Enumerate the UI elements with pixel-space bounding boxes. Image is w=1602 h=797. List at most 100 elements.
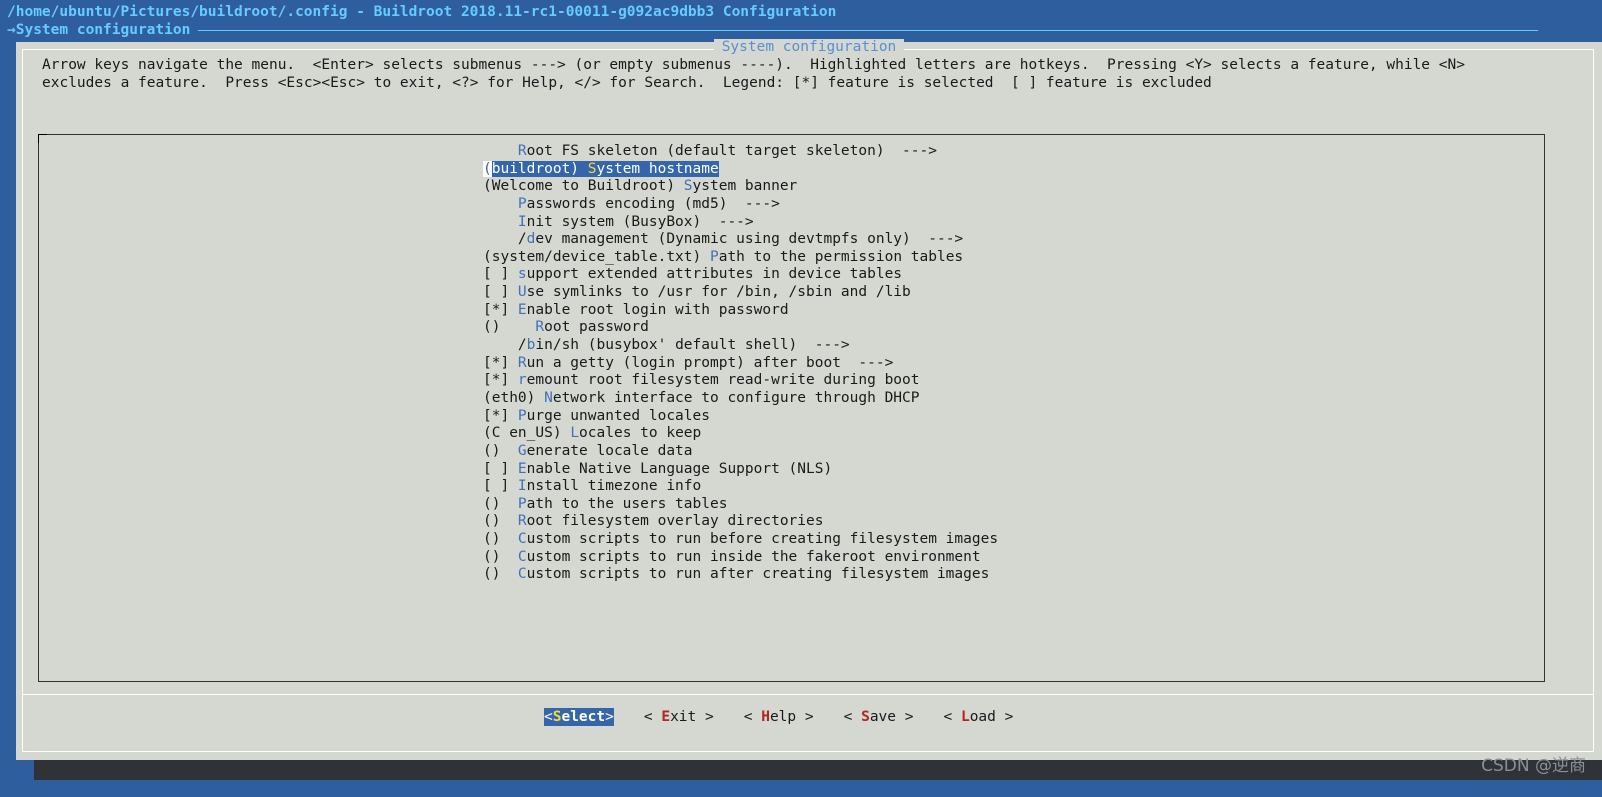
arrow-right-icon: → — [7, 22, 16, 38]
button-hotkey: L — [960, 709, 970, 725]
menu-item-label: ath to the permission tables — [718, 248, 964, 265]
button-hotkey: S — [861, 709, 870, 725]
menu-item-label: ystem hostname — [596, 160, 719, 177]
breadcrumb-label: System configuration — [15, 22, 191, 38]
menu-item-hotkey: G — [517, 442, 527, 459]
config-dialog: System configuration Arrow keys navigate… — [16, 39, 1602, 760]
menu-item-label: asswords encoding (md5) ---> — [526, 195, 780, 212]
help-line-2: excludes a feature. Press <Esc><Esc> to … — [42, 75, 1212, 91]
menu-item-label: ocales to keep — [579, 425, 702, 442]
button-hotkey: E — [661, 709, 671, 725]
menu-item[interactable]: [ ] Enable Native Language Support (NLS) — [483, 461, 998, 479]
menu-item-label: ustom scripts to run inside the fakeroot… — [526, 548, 981, 565]
menu-item-label: nit system (BusyBox) ---> — [526, 213, 754, 230]
menu-item-hotkey: s — [517, 266, 527, 283]
menu-item[interactable]: /bin/sh (busybox' default shell) ---> — [483, 337, 998, 355]
menu-item-prefix — [483, 196, 518, 212]
menu-item-hotkey: S — [683, 178, 693, 195]
button-label: elect — [561, 709, 606, 725]
dialog-title: System configuration — [16, 38, 1602, 56]
menu-item-hotkey: r — [517, 372, 527, 389]
menu-item[interactable]: [ ] Install timezone info — [483, 478, 998, 496]
menu-item[interactable]: () Custom scripts to run after creating … — [483, 566, 998, 584]
button-label: ave — [869, 709, 897, 725]
menu-item-hotkey: P — [709, 248, 719, 265]
button-bracket-close: > — [696, 709, 714, 725]
load-button[interactable]: < Load > — [943, 708, 1013, 726]
menu-item-label: etwork interface to configure through DH… — [552, 389, 920, 406]
menu-item-prefix: () — [483, 442, 518, 459]
menu-item-prefix — [483, 143, 518, 159]
menu-item-prefix: [*] — [483, 407, 518, 424]
menu-item[interactable]: () Path to the users tables — [483, 496, 998, 514]
menu-item-prefix: () — [483, 513, 518, 530]
dialog-shadow — [34, 760, 1602, 780]
menu-item[interactable]: (buildroot) System hostname — [483, 160, 998, 179]
window-title: /home/ubuntu/Pictures/buildroot/.config … — [7, 4, 837, 20]
menu-item-prefix: () — [483, 566, 518, 583]
menu-item[interactable]: () Custom scripts to run inside the fake… — [483, 549, 998, 567]
menu-item-label: nstall timezone info — [526, 478, 702, 495]
menu-item-prefix: () — [483, 319, 536, 336]
menu-item-label: nable root login with password — [526, 301, 789, 318]
save-button[interactable]: < Save > — [844, 708, 914, 726]
menu-item-prefix: [*] — [483, 372, 518, 389]
menu-item[interactable]: () Custom scripts to run before creating… — [483, 531, 998, 549]
menu-item[interactable]: [*] Purge unwanted locales — [483, 408, 998, 426]
menu-item-hotkey: C — [517, 566, 527, 583]
menu-item-hotkey: L — [570, 425, 580, 442]
menu-item[interactable]: (Welcome to Buildroot) System banner — [483, 178, 998, 196]
menu-item-highlight: (buildroot) System hostname — [483, 160, 719, 177]
menu-item-prefix: () — [483, 495, 518, 512]
menu-item[interactable]: Root FS skeleton (default target skeleto… — [483, 143, 998, 161]
menu-item[interactable]: Passwords encoding (md5) ---> — [483, 196, 998, 214]
menu-item-prefix — [483, 214, 518, 230]
menu-item-hotkey: I — [517, 213, 527, 230]
menu-item-hotkey: E — [517, 460, 527, 477]
menu-item-hotkey: C — [517, 548, 527, 565]
menu-item[interactable]: () Root filesystem overlay directories — [483, 513, 998, 531]
menu-box: Root FS skeleton (default target skeleto… — [38, 134, 1545, 682]
exit-button[interactable]: < Exit > — [644, 708, 714, 726]
breadcrumb-rule — [198, 29, 1539, 31]
button-bracket-close: > — [995, 709, 1014, 725]
button-bracket-close: > — [896, 709, 914, 725]
button-label: elp — [769, 709, 797, 725]
menu-item-prefix: / — [483, 337, 527, 354]
menu-item[interactable]: () Root password — [483, 319, 998, 337]
menu-item-prefix: () — [483, 531, 518, 548]
menu-item-hotkey: P — [517, 495, 527, 512]
menu-item-label: ustom scripts to run before creating fil… — [526, 531, 999, 548]
menu-item-label: ev management (Dynamic using devtmpfs on… — [535, 231, 964, 248]
watermark: CSDN @逆商 — [1481, 756, 1586, 776]
menu-list: Root FS skeleton (default target skeleto… — [483, 143, 998, 584]
menu-item[interactable]: /dev management (Dynamic using devtmpfs … — [483, 231, 998, 249]
menu-item[interactable]: () Generate locale data — [483, 443, 998, 461]
menu-item[interactable]: [ ] support extended attributes in devic… — [483, 266, 998, 284]
select-button[interactable]: <Select> — [544, 708, 614, 726]
menu-item-prefix: [*] — [483, 354, 518, 371]
menu-item-label: ystem banner — [692, 178, 798, 195]
menu-item-hotkey: C — [517, 531, 527, 548]
button-label: xit — [670, 709, 697, 725]
help-button[interactable]: < Help > — [744, 708, 814, 726]
menu-item-hotkey: U — [517, 284, 527, 301]
menu-item[interactable]: [*] Enable root login with password — [483, 302, 998, 320]
menu-item-label: oot password — [544, 319, 649, 336]
menu-item[interactable]: (system/device_table.txt) Path to the pe… — [483, 249, 998, 267]
menu-item[interactable]: [ ] Use symlinks to /usr for /bin, /sbin… — [483, 284, 998, 302]
menu-item[interactable]: [*] Run a getty (login prompt) after boo… — [483, 355, 998, 373]
menu-item-label: upport extended attributes in device tab… — [526, 266, 903, 283]
menu-item[interactable]: (eth0) Network interface to configure th… — [483, 390, 998, 408]
menu-item-label: urge unwanted locales — [526, 407, 710, 424]
menu-item-prefix: buildroot) — [491, 160, 588, 177]
menu-item[interactable]: (C en_US) Locales to keep — [483, 425, 998, 443]
menu-item-prefix: (Welcome to Buildroot) — [483, 178, 684, 195]
button-bracket-open: < — [943, 709, 961, 725]
menu-item[interactable]: Init system (BusyBox) ---> — [483, 214, 998, 232]
menu-item-prefix: [ ] — [483, 460, 518, 477]
menu-item[interactable]: [*] remount root filesystem read-write d… — [483, 372, 998, 390]
button-separator — [22, 694, 1594, 695]
menu-item-hotkey: R — [535, 319, 545, 336]
menu-item-prefix: () — [483, 548, 518, 565]
